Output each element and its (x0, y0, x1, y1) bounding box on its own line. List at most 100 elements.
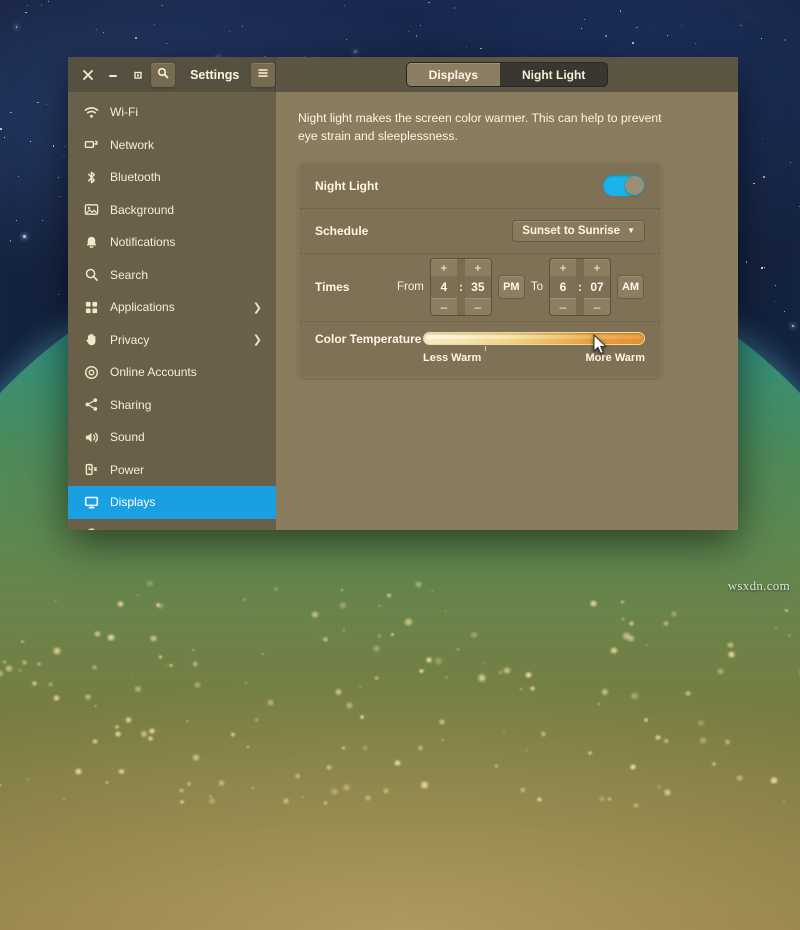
schedule-dropdown[interactable]: Sunset to Sunrise ▼ (512, 220, 645, 242)
to-hour-decrement-button[interactable]: – (550, 298, 576, 315)
hamburger-menu-icon (257, 66, 269, 84)
schedule-label: Schedule (315, 224, 368, 238)
to-time-group: + 6 – : + 07 – (549, 258, 611, 316)
from-label: From (397, 281, 424, 293)
sidebar-item-mouse-and-touchpad[interactable]: Mouse & Touchpad (68, 519, 276, 531)
settings-sidebar[interactable]: Wi-Fi Network Bluetooth Background (68, 92, 276, 530)
share-icon (83, 397, 99, 413)
tab-displays[interactable]: Displays (407, 63, 500, 86)
app-title: Settings (190, 68, 239, 82)
speaker-icon (83, 429, 99, 445)
maximize-icon[interactable] (127, 64, 149, 86)
close-icon[interactable] (77, 64, 99, 86)
to-hour-increment-button[interactable]: + (550, 259, 576, 276)
from-hour-decrement-button[interactable]: – (431, 298, 457, 315)
wifi-icon (83, 104, 99, 120)
sidebar-item-displays[interactable]: Displays (68, 486, 276, 519)
night-light-toggle[interactable] (603, 175, 645, 196)
to-meridiem-button[interactable]: AM (617, 275, 644, 299)
color-temperature-control: Less Warm More Warm (423, 332, 645, 364)
image-icon (83, 202, 99, 218)
at-circle-icon (83, 364, 99, 380)
sidebar-item-sharing[interactable]: Sharing (68, 389, 276, 422)
sidebar-item-label: Displays (110, 495, 262, 509)
sidebar-item-label: Privacy (110, 333, 242, 347)
mouse-icon (83, 527, 99, 530)
night-light-panel: Night light makes the screen color warme… (276, 92, 738, 530)
from-hour-stepper[interactable]: + 4 – (431, 259, 457, 315)
from-hour-increment-button[interactable]: + (431, 259, 457, 276)
to-time-colon: : (576, 280, 584, 294)
times-row: Times From + 4 – : + 35 (299, 253, 661, 321)
to-minute-increment-button[interactable]: + (584, 259, 610, 276)
from-time-group: + 4 – : + 35 – (430, 258, 492, 316)
search-icon (83, 267, 99, 283)
to-minute-value[interactable]: 07 (584, 276, 610, 298)
sidebar-item-label: Sound (110, 430, 262, 444)
window-titlebar: Settings Displays Night Light (68, 57, 738, 92)
sidebar-item-label: Wi-Fi (110, 105, 262, 119)
to-minute-decrement-button[interactable]: – (584, 298, 610, 315)
night-light-label: Night Light (315, 179, 378, 193)
from-time-colon: : (457, 280, 465, 294)
sidebar-item-privacy[interactable]: Privacy ❯ (68, 324, 276, 357)
from-minute-stepper[interactable]: + 35 – (465, 259, 491, 315)
to-label: To (531, 281, 543, 293)
search-button[interactable] (151, 63, 175, 87)
from-minute-value[interactable]: 35 (465, 276, 491, 298)
bell-icon (83, 234, 99, 250)
sidebar-item-label: Network (110, 138, 262, 152)
titlebar-right-section: Displays Night Light (276, 57, 738, 92)
sidebar-item-background[interactable]: Background (68, 194, 276, 227)
sidebar-item-label: Applications (110, 300, 242, 314)
times-controls: From + 4 – : + 35 – (397, 258, 645, 316)
sidebar-item-label: Notifications (110, 235, 262, 249)
to-hour-value[interactable]: 6 (550, 276, 576, 298)
sidebar-item-network[interactable]: Network (68, 129, 276, 162)
settings-window: Settings Displays Night Light (68, 57, 738, 530)
mouse-cursor (593, 334, 608, 355)
color-temperature-label: Color Temperature (315, 332, 421, 346)
minimize-icon[interactable] (102, 64, 124, 86)
slider-labels: Less Warm More Warm (423, 352, 645, 364)
sidebar-item-sound[interactable]: Sound (68, 421, 276, 454)
bluetooth-icon (83, 169, 99, 185)
sidebar-item-search[interactable]: Search (68, 259, 276, 292)
night-light-row-control (603, 175, 645, 196)
sidebar-item-notifications[interactable]: Notifications (68, 226, 276, 259)
from-minute-decrement-button[interactable]: – (465, 298, 491, 315)
from-meridiem-button[interactable]: PM (498, 275, 525, 299)
sidebar-item-bluetooth[interactable]: Bluetooth (68, 161, 276, 194)
sidebar-item-label: Background (110, 203, 262, 217)
sidebar-item-label: Sharing (110, 398, 262, 412)
to-minute-stepper[interactable]: + 07 – (584, 259, 610, 315)
sidebar-item-applications[interactable]: Applications ❯ (68, 291, 276, 324)
schedule-row: Schedule Sunset to Sunrise ▼ (299, 208, 661, 253)
slider-min-label: Less Warm (423, 352, 481, 364)
chevron-right-icon: ❯ (253, 333, 262, 346)
tab-night-light[interactable]: Night Light (500, 63, 607, 86)
toggle-knob (625, 176, 644, 195)
sidebar-item-online-accounts[interactable]: Online Accounts (68, 356, 276, 389)
sidebar-item-label: Search (110, 268, 262, 282)
sidebar-item-power[interactable]: Power (68, 454, 276, 487)
menu-button[interactable] (251, 63, 275, 87)
sidebar-item-label: Power (110, 463, 262, 477)
slider-tick-mark (485, 346, 486, 351)
schedule-row-control: Sunset to Sunrise ▼ (512, 220, 645, 242)
to-hour-stepper[interactable]: + 6 – (550, 259, 576, 315)
chevron-right-icon: ❯ (253, 301, 262, 314)
sidebar-item-label: Online Accounts (110, 365, 262, 379)
schedule-dropdown-value: Sunset to Sunrise (522, 225, 620, 237)
sidebar-item-label: Bluetooth (110, 170, 262, 184)
times-label: Times (315, 280, 349, 294)
from-minute-increment-button[interactable]: + (465, 259, 491, 276)
sidebar-item-label: Mouse & Touchpad (110, 528, 262, 530)
color-temperature-slider[interactable] (423, 332, 645, 345)
sidebar-item-wi-fi[interactable]: Wi-Fi (68, 96, 276, 129)
from-hour-value[interactable]: 4 (431, 276, 457, 298)
search-icon (157, 66, 169, 84)
titlebar-left-section: Settings (68, 57, 276, 92)
panel-description: Night light makes the screen color warme… (298, 110, 663, 145)
night-light-row: Night Light (299, 163, 661, 208)
